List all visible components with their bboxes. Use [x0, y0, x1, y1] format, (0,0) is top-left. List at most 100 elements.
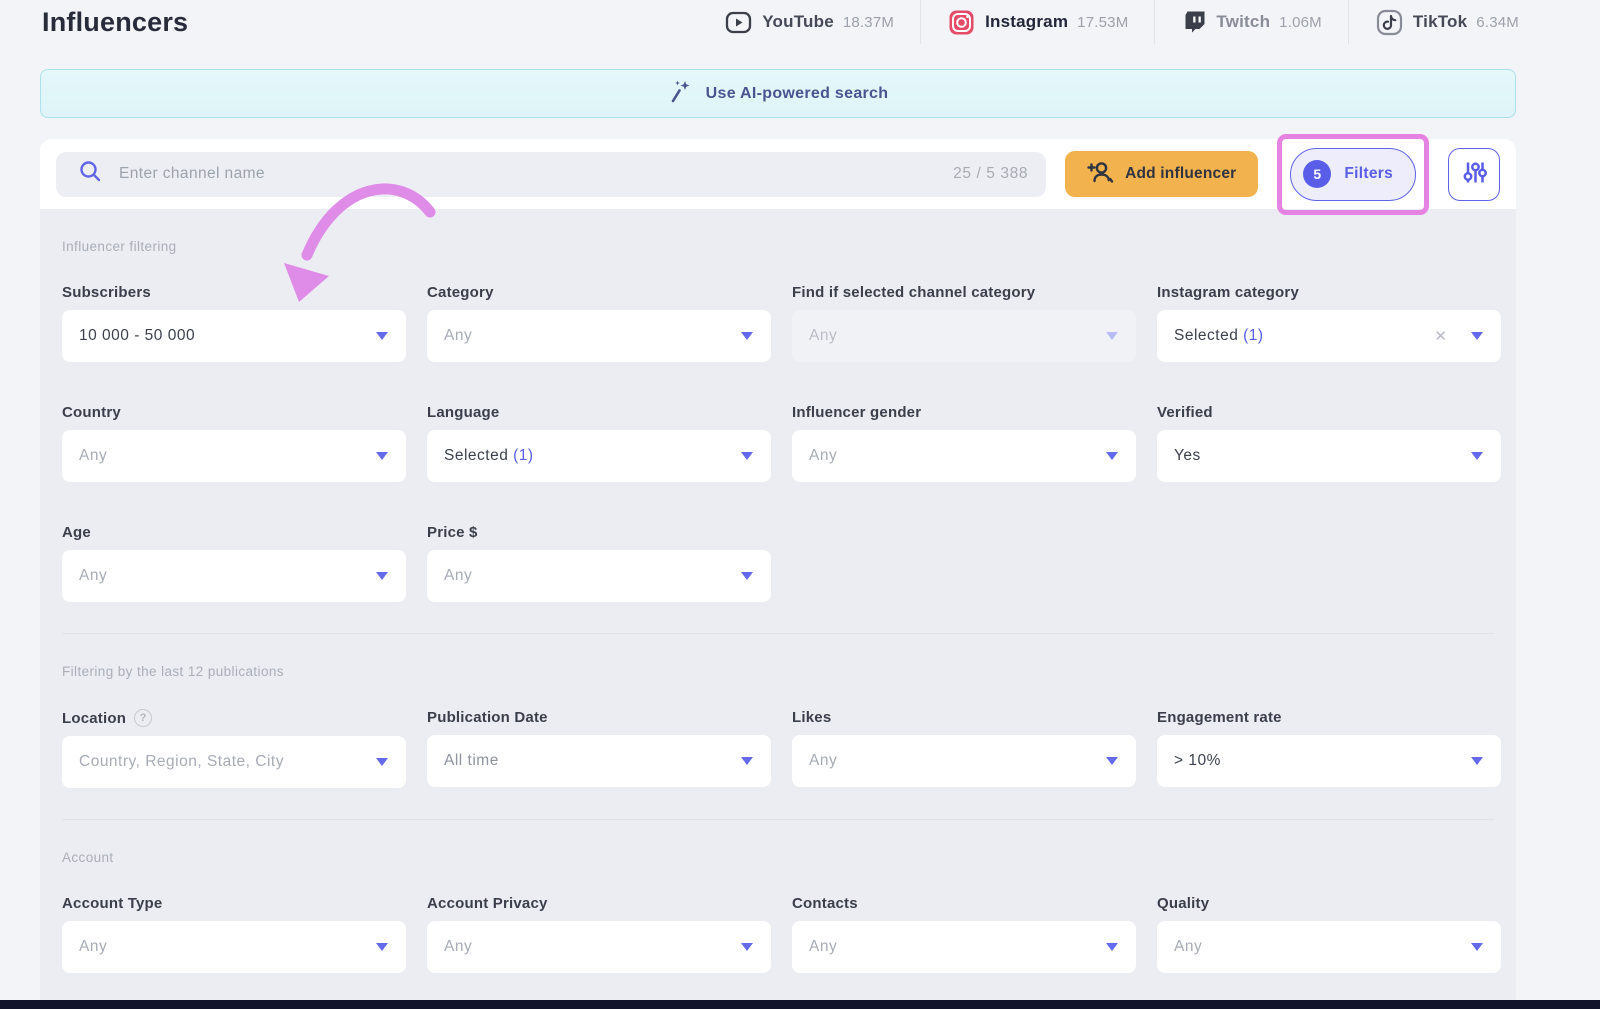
sliders-icon [1461, 159, 1487, 189]
dropdown-value: Any [1174, 938, 1202, 955]
dropdown-contacts[interactable]: Any [792, 921, 1136, 973]
dropdown-verified[interactable]: Yes [1157, 430, 1501, 482]
section-divider [62, 819, 1494, 820]
fields-grid: Subscribers 10 000 - 50 000 Category Any Fin… [62, 284, 1501, 602]
search-field[interactable]: 25 / 5 388 [56, 152, 1046, 197]
filter-location: Location?Country, Region, State, City [62, 709, 406, 788]
filter-language: LanguageSelected (1) [427, 404, 771, 482]
filter-publication-date: Publication Date All time [427, 709, 771, 788]
dropdown-value: Any [809, 938, 837, 955]
chevron-down-icon [1106, 757, 1118, 765]
field-label: Subscribers [62, 284, 151, 301]
filter-contacts: Contacts Any [792, 895, 1136, 973]
platform-count: 17.53M [1077, 14, 1128, 31]
chevron-down-icon [1106, 943, 1118, 951]
chevron-down-icon [1106, 332, 1118, 340]
filter-influencer-gender: Influencer gender Any [792, 404, 1136, 482]
dropdown-value: > 10% [1174, 752, 1221, 769]
field-label: Account Privacy [427, 895, 548, 912]
dropdown-language[interactable]: Selected (1) [427, 430, 771, 482]
dropdown-category[interactable]: Any [427, 310, 771, 362]
chevron-down-icon [376, 758, 388, 766]
dropdown-value: Any [444, 327, 472, 344]
platform-tab-instagram[interactable]: Instagram 17.53M [920, 0, 1154, 44]
field-label: Engagement rate [1157, 709, 1282, 726]
dropdown-location[interactable]: Country, Region, State, City [62, 736, 406, 788]
fields-grid: Location?Country, Region, State, CityPub… [62, 709, 1501, 788]
field-label: Country [62, 404, 121, 421]
filters-button[interactable]: 5 Filters [1290, 148, 1416, 201]
filter-quality: Quality Any [1157, 895, 1501, 973]
dropdown-engagement-rate[interactable]: > 10% [1157, 735, 1501, 787]
platform-count: 18.37M [843, 14, 894, 31]
filters-button-label: Filters [1344, 165, 1393, 183]
filter-verified: Verified Yes [1157, 404, 1501, 482]
platform-count: 1.06M [1279, 14, 1322, 31]
dropdown-publication-date[interactable]: All time [427, 735, 771, 787]
ai-banner-label: Use AI-powered search [706, 85, 889, 103]
dropdown-likes[interactable]: Any [792, 735, 1136, 787]
tiktok-icon [1375, 8, 1404, 37]
platform-name: Twitch [1216, 12, 1270, 32]
search-input[interactable] [119, 165, 937, 183]
platform-tabs: YouTube18.37MInstagram17.53MTwitch1.06MT… [698, 0, 1545, 44]
platform-name: Instagram [985, 12, 1068, 32]
chevron-down-icon [1471, 332, 1483, 340]
platform-tab-tiktok[interactable]: TikTok6.34M [1348, 0, 1545, 44]
advanced-settings-button[interactable] [1448, 148, 1500, 201]
filters-count-badge: 5 [1303, 160, 1331, 188]
dropdown-price[interactable]: Any [427, 550, 771, 602]
section-label-filtering-by-the-last-12-publications: Filtering by the last 12 publications [62, 664, 1501, 679]
field-label: Find if selected channel category [792, 284, 1035, 301]
platform-count: 6.34M [1476, 14, 1519, 31]
selected-count: (1) [508, 447, 533, 464]
dropdown-value: Any [444, 938, 472, 955]
field-label: Contacts [792, 895, 858, 912]
dropdown-value: Selected [1174, 327, 1238, 344]
filter-price: Price $ Any [427, 524, 771, 602]
dropdown-instagram-category[interactable]: Selected (1)✕ [1157, 310, 1501, 362]
field-label: Likes [792, 709, 831, 726]
field-label: Influencer gender [792, 404, 921, 421]
filter-country: Country Any [62, 404, 406, 482]
help-icon[interactable]: ? [134, 709, 152, 727]
platform-name: YouTube [762, 12, 834, 32]
dropdown-quality[interactable]: Any [1157, 921, 1501, 973]
fields-grid: Account TypeAnyAccount PrivacyAnyContact… [62, 895, 1501, 973]
dropdown-account-privacy[interactable]: Any [427, 921, 771, 973]
chevron-down-icon [1106, 452, 1118, 460]
dropdown-value: All time [444, 752, 499, 769]
field-label: Verified [1157, 404, 1213, 421]
bottom-bar [0, 1000, 1600, 1009]
field-label: Quality [1157, 895, 1209, 912]
chevron-down-icon [741, 332, 753, 340]
dropdown-value: Any [809, 447, 837, 464]
ai-search-banner[interactable]: Use AI-powered search [40, 69, 1516, 118]
filter-account-privacy: Account Privacy Any [427, 895, 771, 973]
dropdown-value: 10 000 - 50 000 [79, 327, 195, 344]
dropdown-country[interactable]: Any [62, 430, 406, 482]
dropdown-account-type[interactable]: Any [62, 921, 406, 973]
add-influencer-button[interactable]: Add influencer [1065, 151, 1258, 197]
dropdown-age[interactable]: Any [62, 550, 406, 602]
chevron-down-icon [376, 572, 388, 580]
filter-instagram-category: Instagram categorySelected (1)✕ [1157, 284, 1501, 362]
field-label: Category [427, 284, 494, 301]
platform-tab-youtube[interactable]: YouTube 18.37M [698, 0, 920, 44]
magic-wand-icon [668, 78, 694, 109]
filter-age: AgeAny [62, 524, 406, 602]
youtube-icon [724, 8, 753, 37]
dropdown-subscribers[interactable]: 10 000 - 50 000 [62, 310, 406, 362]
platform-tab-twitch[interactable]: Twitch 1.06M [1154, 0, 1347, 44]
field-label: Publication Date [427, 709, 548, 726]
field-label: Price $ [427, 524, 478, 541]
dropdown-value: Any [444, 567, 472, 584]
dropdown-value: Any [79, 938, 107, 955]
chevron-down-icon [1471, 943, 1483, 951]
dropdown-value: Yes [1174, 447, 1201, 464]
clear-icon[interactable]: ✕ [1434, 327, 1447, 345]
search-toolbar: 25 / 5 388 Add influencer 5 Filters [40, 139, 1516, 209]
chevron-down-icon [741, 757, 753, 765]
dropdown-influencer-gender[interactable]: Any [792, 430, 1136, 482]
add-influencer-label: Add influencer [1125, 165, 1236, 183]
